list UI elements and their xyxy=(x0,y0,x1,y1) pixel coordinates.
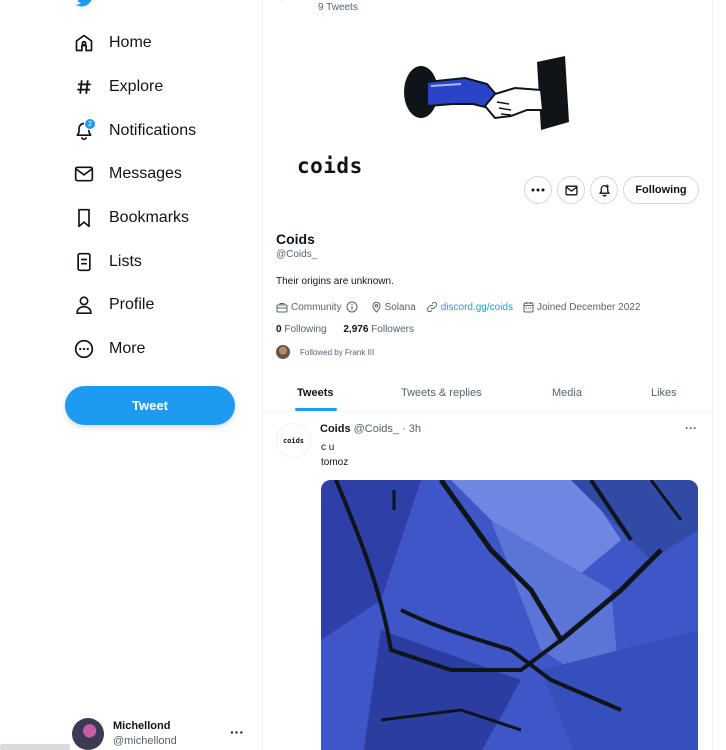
tweet-media-image[interactable] xyxy=(321,480,698,750)
banner-artwork xyxy=(404,56,569,130)
back-arrow-icon[interactable]: ← xyxy=(276,0,292,6)
account-handle: @michellond xyxy=(113,735,177,747)
notify-button[interactable] xyxy=(590,176,618,204)
tweet-meta: @Coids_ · 3h xyxy=(353,423,422,435)
profile-bio: Their origins are unknown. xyxy=(276,276,394,287)
tweet-button[interactable]: Tweet xyxy=(65,386,235,425)
link-icon xyxy=(426,301,437,313)
tab-likes[interactable]: Likes xyxy=(651,374,677,412)
account-switcher[interactable]: Michellond @michellond ··· xyxy=(72,716,252,750)
column-divider xyxy=(712,0,713,750)
following-count: 0 xyxy=(276,324,282,335)
tweet-author-name[interactable]: Coids xyxy=(320,423,351,435)
followers-count: 2,976 xyxy=(343,324,369,335)
horizontal-scrollbar[interactable] xyxy=(0,744,70,750)
sidebar-item-home[interactable]: Home xyxy=(66,23,152,63)
joined-label: Joined December 2022 xyxy=(536,301,641,313)
more-circle-icon xyxy=(66,336,102,362)
profile-name: Coids xyxy=(276,231,315,247)
person-icon xyxy=(66,292,102,318)
list-icon xyxy=(66,249,102,275)
home-icon xyxy=(66,30,102,56)
avatar xyxy=(72,718,104,750)
sidebar-item-messages[interactable]: Messages xyxy=(66,154,182,194)
profile-handle: @Coids_ xyxy=(276,249,318,260)
sidebar-item-notifications[interactable]: 2 Notifications xyxy=(66,111,196,151)
envelope-icon xyxy=(564,185,578,195)
tweet-card[interactable]: coids Coids @Coids_ · 3h ··· c u tomoz xyxy=(263,413,712,750)
sidebar-item-label: Explore xyxy=(109,78,164,95)
hashtag-icon xyxy=(66,74,102,100)
profile-tabs: Tweets Tweets & replies Media Likes xyxy=(263,374,712,412)
tweet-text-line: tomoz xyxy=(321,457,349,468)
briefcase-icon xyxy=(276,302,288,312)
tab-media[interactable]: Media xyxy=(552,374,582,412)
notification-badge: 2 xyxy=(84,118,96,130)
info-icon[interactable] xyxy=(346,301,358,313)
followed-by[interactable]: Followed by Frank III xyxy=(276,345,374,359)
following-link[interactable]: 0 Following xyxy=(276,324,327,335)
tweet-header: Coids @Coids_ · 3h xyxy=(320,423,421,435)
location-pin-icon xyxy=(372,301,381,313)
tweet-text-line: c u xyxy=(321,442,335,453)
sidebar-item-explore[interactable]: Explore xyxy=(66,67,163,107)
website-link[interactable]: discord.gg/coids xyxy=(441,302,513,313)
more-dots-icon: ··· xyxy=(230,724,244,740)
tab-tweets-replies[interactable]: Tweets & replies xyxy=(401,374,482,412)
bookmark-icon xyxy=(66,205,102,231)
account-name: Michellond xyxy=(113,720,171,732)
profile-column: ← 9 Tweets coids Following Coids @Coids_… xyxy=(263,0,712,750)
sidebar-item-label: Home xyxy=(109,34,152,51)
follow-stats: 0 Following 2,976 Followers xyxy=(276,324,414,335)
sidebar-item-bookmarks[interactable]: Bookmarks xyxy=(66,198,189,238)
active-tab-indicator xyxy=(295,408,337,411)
sidebar-item-more[interactable]: More xyxy=(66,329,145,369)
bell-plus-icon xyxy=(598,184,610,197)
tab-tweets[interactable]: Tweets xyxy=(297,374,333,412)
tweet-count: 9 Tweets xyxy=(318,2,358,13)
avatar xyxy=(276,345,290,359)
more-options-button[interactable] xyxy=(524,176,552,204)
more-dots-icon xyxy=(531,188,545,192)
sidebar-item-label: Messages xyxy=(109,165,182,182)
following-button[interactable]: Following xyxy=(623,176,699,204)
profile-category: Community xyxy=(276,301,361,313)
sidebar-item-label: More xyxy=(109,340,146,357)
sidebar-item-label: Bookmarks xyxy=(109,209,190,226)
sidebar-item-lists[interactable]: Lists xyxy=(66,242,142,282)
followed-by-label: Followed by Frank III xyxy=(300,347,375,357)
followers-link[interactable]: 2,976 Followers xyxy=(343,324,414,335)
profile-meta: Community Solana discord.gg/coids Joined… xyxy=(276,299,650,315)
profile-link[interactable]: discord.gg/coids xyxy=(426,301,513,313)
sidebar-item-label: Profile xyxy=(109,296,155,313)
calendar-icon xyxy=(523,302,534,313)
sidebar-item-profile[interactable]: Profile xyxy=(66,285,154,325)
community-label: Community xyxy=(291,301,342,313)
sidebar-item-label: Lists xyxy=(109,253,142,270)
profile-joined: Joined December 2022 xyxy=(523,301,640,313)
location-label: Solana xyxy=(384,301,416,313)
following-label: Following xyxy=(284,324,327,335)
profile-location: Solana xyxy=(371,301,416,313)
sidebar: Home Explore 2 Notifications Messages Bo… xyxy=(0,0,262,750)
twitter-logo-icon[interactable] xyxy=(74,0,96,8)
followers-label: Followers xyxy=(371,324,414,335)
message-button[interactable] xyxy=(557,176,585,204)
envelope-icon xyxy=(66,161,102,187)
avatar[interactable]: coids xyxy=(276,423,311,458)
bell-icon: 2 xyxy=(66,118,102,144)
sidebar-item-label: Notifications xyxy=(109,122,197,139)
more-dots-icon[interactable]: ··· xyxy=(685,421,697,435)
profile-avatar[interactable]: coids xyxy=(297,154,363,178)
